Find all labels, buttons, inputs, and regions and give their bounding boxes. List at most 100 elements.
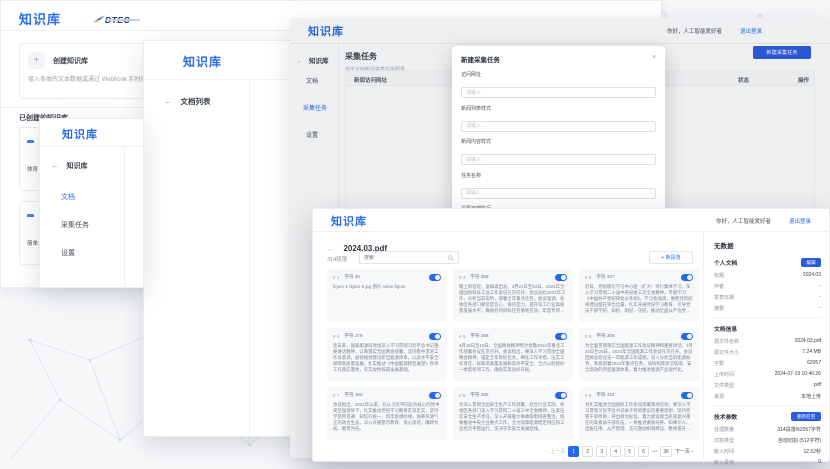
file-section-title: 文档信息: [714, 324, 821, 333]
search-input-wrap: [359, 251, 459, 264]
file-value: 2024.03.pdf: [795, 338, 821, 345]
segment-text: 近日，党组理论学习中心组（扩大）举行集体学习，深入学习贯彻二十届中央纪委三次全会…: [585, 284, 693, 314]
segment-index: # 4: [333, 334, 339, 339]
pagination-page-5[interactable]: 5: [624, 446, 635, 457]
tech-recall-button[interactable]: 重新召回: [791, 412, 821, 421]
close-icon[interactable]: ×: [652, 54, 656, 64]
segment-toggle[interactable]: [555, 333, 567, 340]
segment-chars: 字符 278: [344, 333, 424, 339]
segment-text: figure-1-figure-0.jpg 图片 name:figure: [333, 284, 441, 290]
meta-key: 作者: [714, 283, 724, 290]
doc-app-title: 知识库: [331, 213, 367, 229]
pagination-page-6[interactable]: 6: [638, 446, 649, 457]
file-value: pdf: [814, 382, 821, 389]
search-icon: [448, 255, 454, 261]
back-arrow-icon[interactable]: ←: [327, 246, 334, 253]
segment-chars: 字符 369: [470, 274, 550, 280]
meta-key: 标题: [714, 272, 724, 279]
create-kb-title: 创建知识库: [53, 56, 88, 66]
segment-card: # 3字符 347 近日，党组理论学习中心组（扩大）举行集体学习，深入学习贯彻二…: [579, 269, 699, 322]
segment-text: 会议指出，2022年以来，在以习近平同志为核心的党中央坚强领导下，扎实推动党纪学…: [333, 402, 441, 432]
tech-key: 嵌入时间: [714, 448, 734, 455]
meta-empty-state: 无数据: [714, 240, 821, 250]
field-url-input[interactable]: [461, 87, 656, 98]
modal-title: 新建采集任务: [461, 54, 500, 64]
user-greeting: 你好，人工智能爱好者: [716, 217, 771, 225]
tech-value: 自动切割 (512字符): [778, 437, 821, 444]
pagination-page-36[interactable]: 36: [660, 446, 672, 457]
segment-card: # 6字符 306 为全面贯彻落实全国能源工作会议精神和重要讲话，1月24日至2…: [579, 328, 699, 381]
logout-link[interactable]: 退出登录: [789, 217, 811, 225]
tech-value: 314段落/62057字符: [777, 426, 821, 433]
field-task-name-input[interactable]: [461, 188, 656, 199]
pagination-page-3[interactable]: 3: [596, 446, 607, 457]
segment-toggle[interactable]: [681, 274, 693, 281]
segment-chars: 字符 306: [596, 333, 676, 339]
meta-key: 摘要: [714, 305, 724, 312]
kb-card-label: 体育: [27, 165, 38, 173]
back-arrow-icon[interactable]: ←: [51, 161, 59, 170]
segment-toggle[interactable]: [555, 392, 567, 399]
meta-section-title: 个人文档: [714, 258, 737, 267]
plus-icon: +: [28, 52, 45, 69]
field-list-style-input[interactable]: [461, 121, 656, 132]
segment-index: # 7: [333, 393, 339, 398]
segment-toggle[interactable]: [681, 392, 693, 399]
dtec-logo-subline: [106, 19, 140, 21]
back-arrow-icon[interactable]: ←: [164, 97, 172, 106]
segment-chars: 字符 266: [470, 333, 550, 339]
segment-toggle[interactable]: [429, 333, 441, 340]
segment-toggle[interactable]: [429, 274, 441, 281]
segment-toggle[interactable]: [429, 392, 441, 399]
segment-index: # 5: [459, 334, 465, 339]
segment-card: # 5 字符 266 3月18日至19日，全国两会精神传达会暨2024年重点工作部…: [453, 328, 573, 381]
doc-list-back-label[interactable]: 文档列表: [180, 97, 210, 106]
file-value: 7.24 MB: [802, 349, 821, 356]
segment-text: 踏上新征程，奋楫再出发。3月22日至23日，2024年全国国防科技工业工作会议在…: [459, 284, 567, 314]
segment-chars: 字符 324: [596, 392, 676, 398]
tech-key: 嵌入费用: [714, 459, 734, 466]
pagination-page-1[interactable]: 1: [568, 446, 579, 457]
segment-text: 为全面贯彻落实全国能源工作会议精神和重要讲话，1月24日至25日，2024年全国…: [585, 343, 693, 373]
segment-text: 3月18日至19日，全国两会精神传达会暨2024年重点工作部署会议在京召开。会议…: [459, 343, 567, 373]
tech-value: 12.52秒: [803, 448, 821, 455]
segment-toggle[interactable]: [681, 333, 693, 340]
kb-nav-sidebar-divider: [124, 146, 125, 287]
segment-card: # 7 字符 162 会议指出，2022年以来，在以习近平同志为核心的党中央坚强领…: [327, 387, 447, 440]
segment-toggle[interactable]: [555, 274, 567, 281]
field-content-style-input[interactable]: [461, 154, 656, 165]
file-key: 源文件大小: [714, 349, 739, 356]
file-value: 2024-07-19 10:46:26: [775, 371, 821, 378]
sidebar-item-settings[interactable]: 设置: [61, 248, 75, 258]
pagination-page-2[interactable]: 2: [582, 446, 593, 457]
segment-index: # 2: [459, 275, 465, 280]
file-key: 上传时间: [714, 371, 734, 378]
screenshot-canvas: 知识库 DTEC + 创建知识库 接入各类的文本数据或通过 Webhook 实时…: [0, 0, 830, 469]
field-url-label: 访问网址: [461, 71, 656, 78]
meta-key: 发表日期: [714, 294, 734, 301]
file-key: 源文件名称: [714, 338, 739, 345]
sidebar-item-tasks[interactable]: 采集任务: [61, 220, 89, 230]
pagination-next[interactable]: 下一页 ›: [675, 448, 693, 455]
segment-text: 为深入贯彻全国安全生产工作部署，结合行业实际，各地区各部门深入学习贯彻二十届三中…: [459, 402, 567, 432]
segment-chars: 字符 162: [344, 392, 424, 398]
search-input[interactable]: [364, 255, 448, 261]
add-segment-button[interactable]: + 新段落: [649, 251, 693, 264]
meta-value: -: [819, 283, 821, 290]
pagination-prev[interactable]: ‹ 上一页: [547, 448, 565, 455]
meta-value: -: [819, 294, 821, 301]
pagination-ellipsis: •••: [652, 449, 657, 455]
pagination-page-4[interactable]: 4: [610, 446, 621, 457]
doc-list-sidebar-divider: [249, 79, 250, 436]
doc-meta-sidebar: 无数据 个人文档 编辑 标题2024.03 作者- 发表日期- 摘要- 文档信息…: [703, 232, 830, 463]
new-task-modal: 新建采集任务 × 访问网址 新闻列表样式 新闻内容样式 任务名称 是否定期执行: [452, 46, 665, 220]
file-value: 本地上传: [801, 393, 821, 400]
kb-nav-header-divider: [40, 146, 143, 147]
file-value: 62057: [807, 360, 821, 367]
tech-key: 切割类型: [714, 437, 734, 444]
sidebar-item-docs[interactable]: 文档: [61, 192, 75, 202]
segment-card: # 1字符 36 figure-1-figure-0.jpg 图片 name:f…: [327, 269, 447, 322]
kb-nav-back-label[interactable]: 知识库: [66, 163, 87, 170]
doc-header: 知识库 你好，人工智能爱好者 退出登录: [313, 209, 829, 232]
meta-edit-button[interactable]: 编辑: [801, 258, 821, 267]
